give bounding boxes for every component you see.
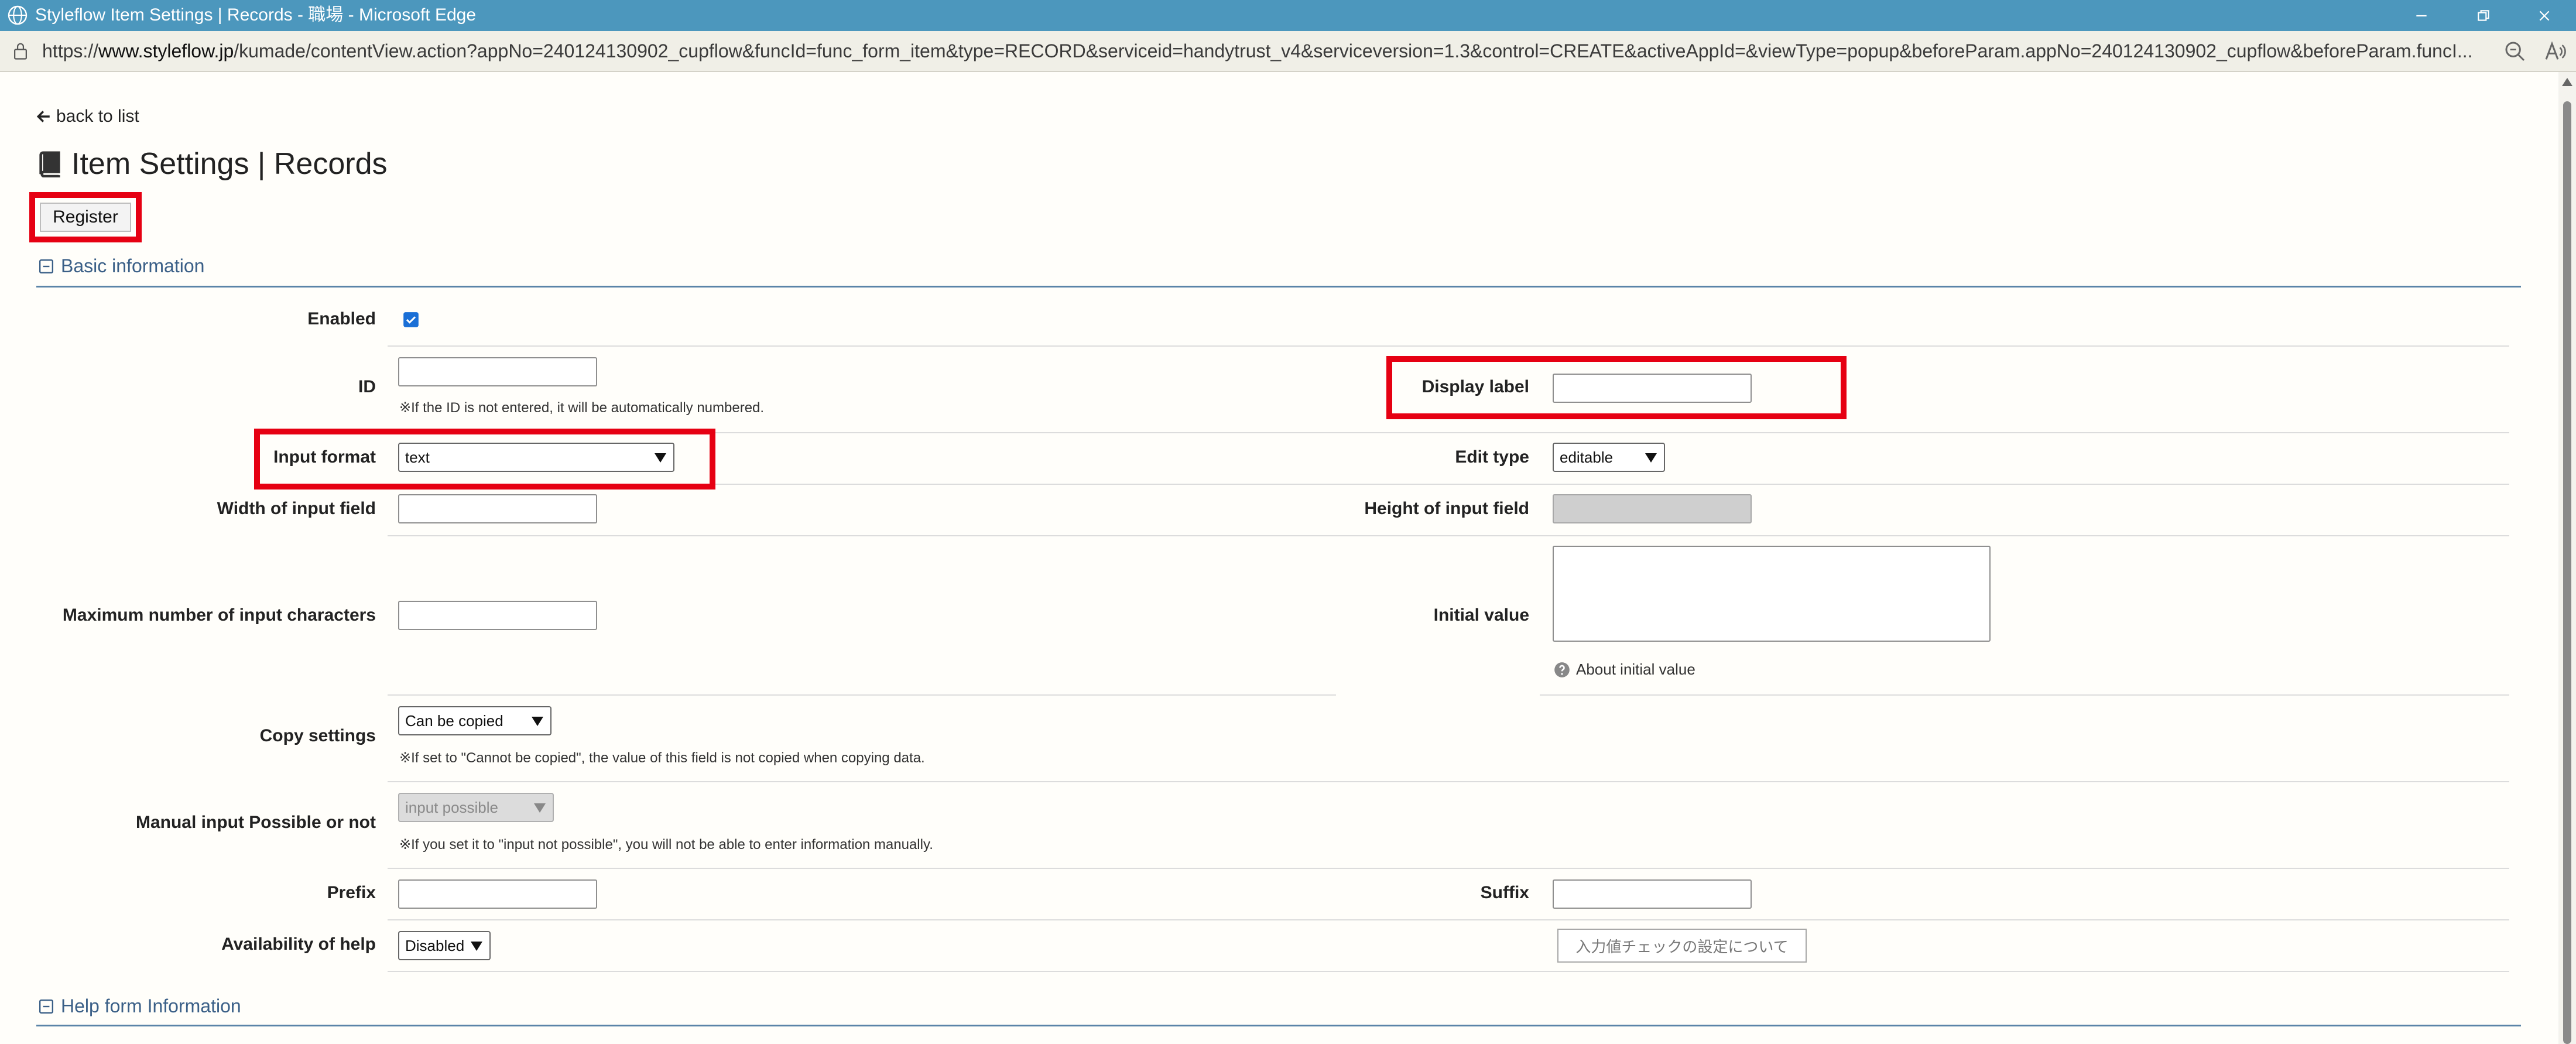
enabled-checkbox[interactable]: [403, 312, 419, 328]
section-basic-title: Basic information: [61, 255, 205, 276]
row-divider: [388, 535, 2509, 536]
row-divider: [388, 694, 1336, 696]
manual-input-note: ※If you set it to "input not possible", …: [399, 837, 933, 853]
edit-type-label: Edit type: [1455, 447, 1529, 467]
scrollbar-thumb[interactable]: [2563, 101, 2571, 1044]
address-bar[interactable]: https://www.styleflow.jp/kumade/contentV…: [0, 31, 2576, 72]
back-to-list-label: back to list: [56, 107, 139, 126]
manual-input-value: input possible: [405, 798, 498, 816]
input-format-value: text: [405, 448, 430, 466]
input-format-select[interactable]: text: [398, 443, 674, 472]
page-title-text: Item Settings | Records: [71, 147, 388, 181]
url-text[interactable]: https://www.styleflow.jp/kumade/contentV…: [42, 39, 2478, 63]
edit-type-value: editable: [1560, 448, 1614, 466]
window-titlebar: Styleflow Item Settings | Records - 職場 -…: [0, 0, 2576, 31]
lock-icon: [14, 43, 27, 60]
section-basic-toggle[interactable]: Basic information: [39, 255, 204, 277]
row-divider: [388, 781, 2509, 782]
max-chars-label: Maximum number of input characters: [62, 605, 376, 625]
collapse-icon: [39, 999, 54, 1014]
id-input[interactable]: [398, 357, 597, 386]
width-input[interactable]: [398, 494, 597, 523]
register-button[interactable]: Register: [40, 203, 131, 232]
display-label-input[interactable]: [1553, 374, 1752, 403]
window-title: Styleflow Item Settings | Records - 職場 -…: [35, 5, 477, 25]
help-availability-label: Availability of help: [221, 935, 376, 954]
row-divider: [388, 345, 2509, 347]
suffix-label: Suffix: [1480, 883, 1529, 902]
chevron-down-icon: [471, 942, 482, 951]
restore-icon: [2478, 9, 2489, 21]
row-divider: [388, 919, 2509, 920]
section-help-toggle[interactable]: Help form Information: [39, 995, 241, 1017]
about-initial-value-label: About initial value: [1576, 660, 1695, 678]
vertical-scrollbar[interactable]: [2558, 72, 2576, 1044]
help-availability-value: Disabled: [405, 936, 465, 954]
close-window-button[interactable]: [2509, 0, 2576, 31]
copy-settings-label: Copy settings: [259, 726, 376, 745]
copy-settings-note: ※If set to "Cannot be copied", the value…: [399, 750, 925, 766]
manual-input-select: input possible: [398, 793, 554, 822]
edit-type-select[interactable]: editable: [1553, 443, 1665, 472]
zoom-icon[interactable]: [2503, 40, 2527, 63]
chevron-down-icon: [532, 717, 543, 726]
register-highlight: Register: [29, 192, 142, 242]
height-label: Height of input field: [1364, 499, 1529, 518]
prefix-label: Prefix: [327, 883, 376, 902]
chevron-down-icon: [655, 453, 666, 463]
suffix-input[interactable]: [1553, 879, 1752, 909]
height-input: [1553, 494, 1752, 523]
width-label: Width of input field: [217, 499, 376, 518]
id-label: ID: [358, 377, 376, 396]
close-icon: [2539, 11, 2550, 20]
restore-button[interactable]: [2448, 0, 2519, 31]
scroll-up-arrow-icon[interactable]: [2562, 78, 2572, 86]
section-help-title: Help form Information: [61, 995, 241, 1016]
help-availability-select[interactable]: Disabled: [398, 931, 491, 960]
copy-settings-select[interactable]: Can be copied: [398, 706, 551, 735]
initial-value-label: Initial value: [1433, 605, 1529, 625]
row-divider: [1540, 694, 2509, 696]
section-basic-rule: [36, 286, 2521, 287]
minimize-button[interactable]: [2386, 0, 2457, 31]
copy-settings-value: Can be copied: [405, 711, 503, 730]
section-help-rule: [36, 1025, 2521, 1026]
initial-value-textarea[interactable]: [1553, 546, 1991, 642]
id-note: ※If the ID is not entered, it will be au…: [399, 400, 765, 416]
back-to-list-link[interactable]: back to list: [36, 107, 139, 126]
read-aloud-icon[interactable]: [2543, 40, 2567, 63]
max-chars-input[interactable]: [398, 601, 597, 630]
question-icon: [1554, 662, 1570, 677]
page-title: Item Settings | Records: [36, 145, 388, 183]
book-icon: [39, 151, 60, 177]
row-divider: [388, 868, 2509, 869]
enabled-label: Enabled: [307, 309, 376, 328]
collapse-icon: [39, 259, 54, 273]
prefix-input[interactable]: [398, 879, 597, 909]
chevron-down-icon: [534, 803, 546, 813]
row-divider: [388, 971, 2509, 972]
input-format-label: Input format: [273, 447, 376, 467]
minimize-icon: [2416, 15, 2427, 16]
input-check-settings-button[interactable]: 入力値チェックの設定について: [1557, 929, 1807, 963]
chevron-down-icon: [1645, 453, 1657, 463]
display-label-label: Display label: [1421, 377, 1529, 396]
arrow-left-icon: [36, 111, 50, 122]
about-initial-value-link[interactable]: About initial value: [1554, 660, 1695, 679]
globe-icon: [8, 5, 28, 25]
manual-input-label: Manual input Possible or not: [135, 813, 376, 832]
